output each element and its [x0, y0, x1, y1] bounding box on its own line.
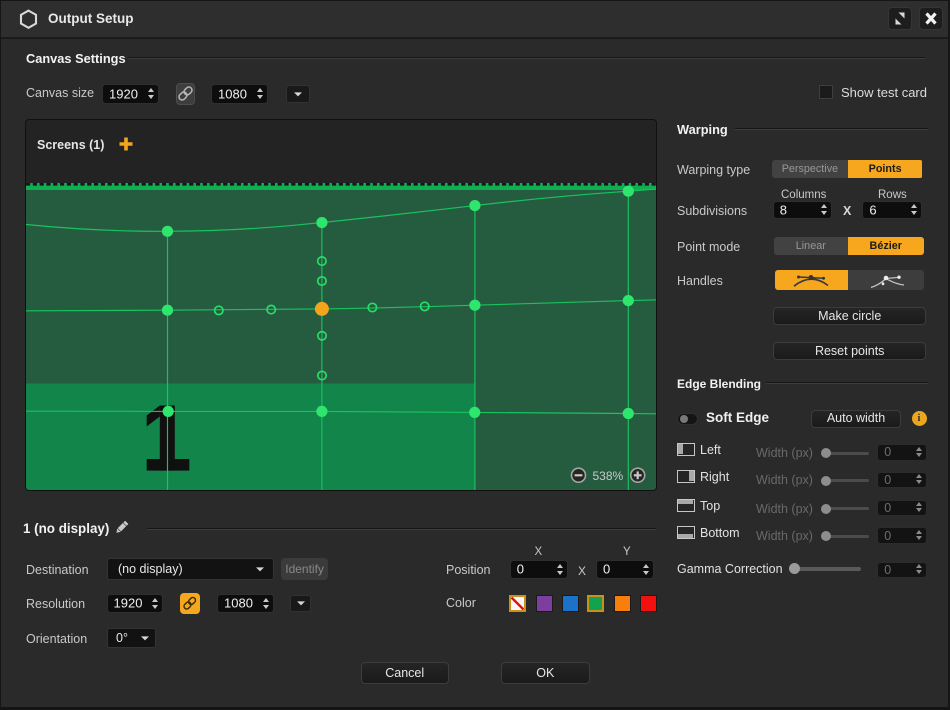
svg-text:538%: 538%	[593, 469, 624, 483]
